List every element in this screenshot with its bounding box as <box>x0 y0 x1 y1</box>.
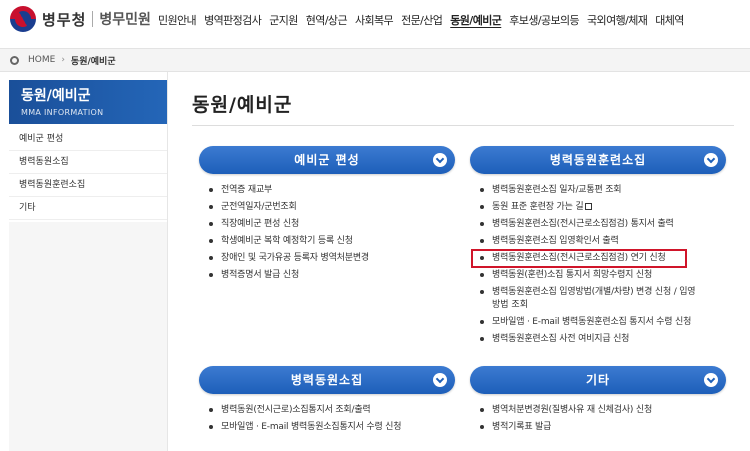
external-link-icon <box>585 203 593 210</box>
list-item-label: 동원 표준 훈련장 가는 길 <box>492 202 584 212</box>
panel-title: 병력동원훈련소집 <box>549 153 647 167</box>
sidebar-item-reserve-organization[interactable]: 예비군 편성 <box>9 128 167 151</box>
link-list: 병역처분변경원(질병사유 재 신체검사) 신청 병적기록표 발급 <box>470 404 726 434</box>
panel-reserve-organization: 예비군 편성 전역증 재교부 군전역일자/군번조회 직장예비군 편성 신청 학생… <box>199 146 455 286</box>
panel-header-button[interactable]: 병력동원훈련소집 <box>470 146 726 174</box>
list-item[interactable]: 모바일앱 · E-mail 병력동원훈련소집 통지서 수령 신청 <box>480 316 726 329</box>
list-item[interactable]: 병력동원훈련소집 사전 여비지급 신청 <box>480 333 726 346</box>
list-item[interactable]: 장애인 및 국가유공 등록자 병역처분변경 <box>209 252 455 265</box>
sidebar-item-mobilization-training[interactable]: 병력동원훈련소집 <box>9 174 167 197</box>
breadcrumb-current: 동원/예비군 <box>70 56 116 67</box>
nav-item[interactable]: 현역/상근 <box>306 12 348 28</box>
list-item[interactable]: 군전역일자/군번조회 <box>209 201 455 214</box>
list-item[interactable]: 병적기록표 발급 <box>480 421 726 434</box>
chevron-down-icon[interactable] <box>704 373 718 387</box>
site-header: 병무청 병무민원 민원안내 병역판정검사 군지원 현역/상근 사회복무 전문/산… <box>0 0 750 42</box>
list-item[interactable]: 병력동원(전시근로)소집통지서 조회/출력 <box>209 404 455 417</box>
home-icon[interactable] <box>10 55 19 65</box>
list-item[interactable]: 직장예비군 편성 신청 <box>209 218 455 231</box>
link-list: 병력동원훈련소집 일자/교통편 조회 동원 표준 훈련장 가는 길 병력동원훈련… <box>470 184 726 346</box>
breadcrumb: HOME › 동원/예비군 <box>0 48 750 72</box>
nav-item[interactable]: 후보생/공보의등 <box>509 12 579 28</box>
breadcrumb-home[interactable]: HOME <box>28 55 55 65</box>
sidebar-header: 동원/예비군 MMA INFORMATION <box>9 80 167 124</box>
chevron-down-icon[interactable] <box>433 373 447 387</box>
nav-item[interactable]: 군지원 <box>269 12 298 28</box>
panel-etc: 기타 병역처분변경원(질병사유 재 신체검사) 신청 병적기록표 발급 <box>470 366 726 438</box>
link-list: 병력동원(전시근로)소집통지서 조회/출력 모바일앱 · E-mail 병력동원… <box>199 404 455 434</box>
list-item[interactable]: 병력동원훈련소집(전시근로소집점검) 통지서 출력 <box>480 218 726 231</box>
panel-mobilization-call: 병력동원소집 병력동원(전시근로)소집통지서 조회/출력 모바일앱 · E-ma… <box>199 366 455 438</box>
sidebar-filler <box>9 222 167 451</box>
nav-item[interactable]: 전문/산업 <box>401 12 443 28</box>
emblem-icon <box>10 6 36 32</box>
global-nav: 민원안내 병역판정검사 군지원 현역/상근 사회복무 전문/산업 동원/예비군 … <box>158 12 692 28</box>
nav-item[interactable]: 사회복무 <box>355 12 394 28</box>
sidebar-item-etc[interactable]: 기타 <box>9 197 167 220</box>
nav-item[interactable]: 민원안내 <box>158 12 197 28</box>
logo-divider <box>92 11 94 27</box>
list-item[interactable]: 병력동원훈련소집 입영확인서 출력 <box>480 235 726 248</box>
org-name: 병무청 <box>42 10 87 29</box>
sidebar-item-mobilization-call[interactable]: 병력동원소집 <box>9 151 167 174</box>
page-title: 동원/예비군 <box>192 94 293 116</box>
nav-item[interactable]: 대체역 <box>655 12 684 28</box>
sidebar-subtitle: MMA INFORMATION <box>21 108 104 117</box>
list-item-highlighted[interactable]: 병력동원훈련소집(전시근로소집점검) 연기 신청 <box>471 249 687 268</box>
nav-item[interactable]: 병역판정검사 <box>204 12 262 28</box>
panel-header-button[interactable]: 예비군 편성 <box>199 146 455 174</box>
list-item[interactable]: 동원 표준 훈련장 가는 길 <box>480 201 726 214</box>
panel-title: 기타 <box>585 373 611 387</box>
site-logo[interactable]: 병무청 병무민원 <box>10 6 151 32</box>
list-item[interactable]: 모바일앱 · E-mail 병력동원소집통지서 수령 신청 <box>209 421 455 434</box>
nav-item[interactable]: 국외여행/체재 <box>587 12 648 28</box>
title-divider <box>192 125 734 126</box>
list-item[interactable]: 병력동원(훈련)소집 통지서 희망수령지 신청 <box>480 269 726 282</box>
panel-title: 병력동원소집 <box>290 373 364 387</box>
panel-mobilization-training: 병력동원훈련소집 병력동원훈련소집 일자/교통편 조회 동원 표준 훈련장 가는… <box>470 146 726 350</box>
list-item[interactable]: 병적증명서 발급 신청 <box>209 269 455 282</box>
service-name: 병무민원 <box>99 12 151 28</box>
link-list: 전역증 재교부 군전역일자/군번조회 직장예비군 편성 신청 학생예비군 복학 … <box>199 184 455 282</box>
chevron-down-icon[interactable] <box>433 153 447 167</box>
panel-title: 예비군 편성 <box>294 153 360 167</box>
sidebar-title: 동원/예비군 <box>21 88 91 104</box>
nav-item-active[interactable]: 동원/예비군 <box>450 12 502 28</box>
list-item[interactable]: 병역처분변경원(질병사유 재 신체검사) 신청 <box>480 404 726 417</box>
sidebar-menu: 예비군 편성 병력동원소집 병력동원훈련소집 기타 <box>9 128 167 220</box>
list-item[interactable]: 전역증 재교부 <box>209 184 455 197</box>
list-item[interactable]: 병력동원훈련소집 입영방법(개별/차량) 변경 신청 / 입영 <box>480 286 726 299</box>
panel-header-button[interactable]: 병력동원소집 <box>199 366 455 394</box>
chevron-down-icon[interactable] <box>704 153 718 167</box>
list-item[interactable]: 병력동원훈련소집 일자/교통편 조회 <box>480 184 726 197</box>
chevron-right-icon: › <box>61 55 65 65</box>
list-item-continuation[interactable]: 방법 조회 <box>480 299 726 312</box>
sidebar-divider <box>167 72 168 451</box>
panel-header-button[interactable]: 기타 <box>470 366 726 394</box>
list-item[interactable]: 학생예비군 복학 예정학기 등록 신청 <box>209 235 455 248</box>
